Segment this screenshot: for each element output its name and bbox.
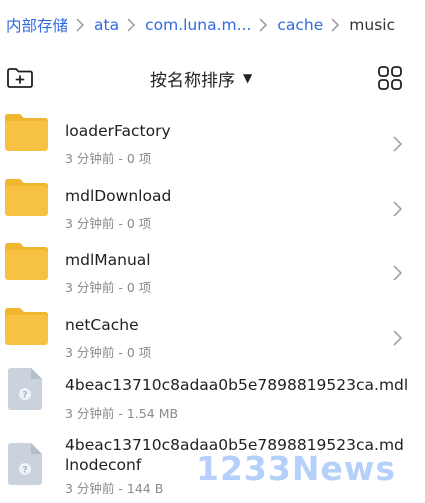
caret-down-icon: ▼ bbox=[243, 71, 253, 85]
svg-text:?: ? bbox=[22, 465, 27, 475]
item-name: mdlManual bbox=[65, 251, 151, 269]
folder-row[interactable]: mdlDownload 3 分钟前 - 0 项 bbox=[0, 165, 425, 231]
file-row[interactable]: ? 4beac13710c8adaa0b5e7898819523ca.mdl 3… bbox=[0, 358, 425, 423]
chevron-right-icon bbox=[330, 18, 340, 32]
item-name: 4beac13710c8adaa0b5e7898819523ca.mdl bbox=[65, 376, 409, 394]
folder-icon bbox=[5, 113, 48, 151]
sort-by-name-button[interactable]: 按名称排序 ▼ bbox=[150, 66, 253, 91]
chevron-right-icon bbox=[258, 18, 268, 32]
breadcrumb-internal-storage[interactable]: 内部存储 bbox=[6, 14, 68, 36]
unknown-file-icon: ? bbox=[8, 368, 42, 410]
grid-view-icon[interactable] bbox=[377, 65, 403, 91]
chevron-right-icon bbox=[75, 18, 85, 32]
svg-text:?: ? bbox=[22, 391, 27, 401]
toolbar: 按名称排序 ▼ bbox=[0, 58, 425, 98]
item-meta: 3 分钟前 - 1.54 MB bbox=[65, 406, 179, 421]
sort-label: 按名称排序 bbox=[150, 70, 235, 91]
item-name: mdlDownload bbox=[65, 186, 172, 205]
folder-icon bbox=[5, 242, 48, 280]
folder-row[interactable]: mdlManual 3 分钟前 - 0 项 bbox=[0, 229, 425, 295]
chevron-right-icon bbox=[126, 18, 136, 32]
folder-row[interactable]: loaderFactory 3 分钟前 - 0 项 bbox=[0, 100, 425, 166]
breadcrumb-music: music bbox=[349, 16, 396, 34]
folder-icon bbox=[5, 178, 48, 216]
chevron-right-icon bbox=[391, 134, 403, 154]
unknown-file-icon: ? bbox=[8, 442, 42, 485]
file-list: loaderFactory 3 分钟前 - 0 项 mdlDownload 3 … bbox=[0, 100, 425, 503]
item-meta: 3 分钟前 - 144 B bbox=[65, 480, 164, 496]
watermark-logo: 1233News bbox=[196, 448, 396, 488]
breadcrumb-ata[interactable]: ata bbox=[94, 16, 119, 34]
folder-row[interactable]: netCache 3 分钟前 - 0 项 bbox=[0, 294, 425, 360]
chevron-right-icon bbox=[391, 263, 403, 283]
item-name: netCache bbox=[65, 315, 139, 334]
breadcrumb-cache[interactable]: cache bbox=[277, 16, 323, 34]
watermark-text: 1233News bbox=[196, 448, 396, 488]
item-name: loaderFactory bbox=[65, 122, 171, 140]
breadcrumb-com-luna[interactable]: com.luna.m... bbox=[145, 16, 251, 34]
folder-icon bbox=[5, 307, 48, 345]
chevron-right-icon bbox=[391, 328, 403, 348]
breadcrumb: 内部存储 ata com.luna.m... cache music bbox=[6, 13, 395, 37]
chevron-right-icon bbox=[391, 199, 403, 219]
folder-add-icon[interactable] bbox=[6, 66, 34, 90]
